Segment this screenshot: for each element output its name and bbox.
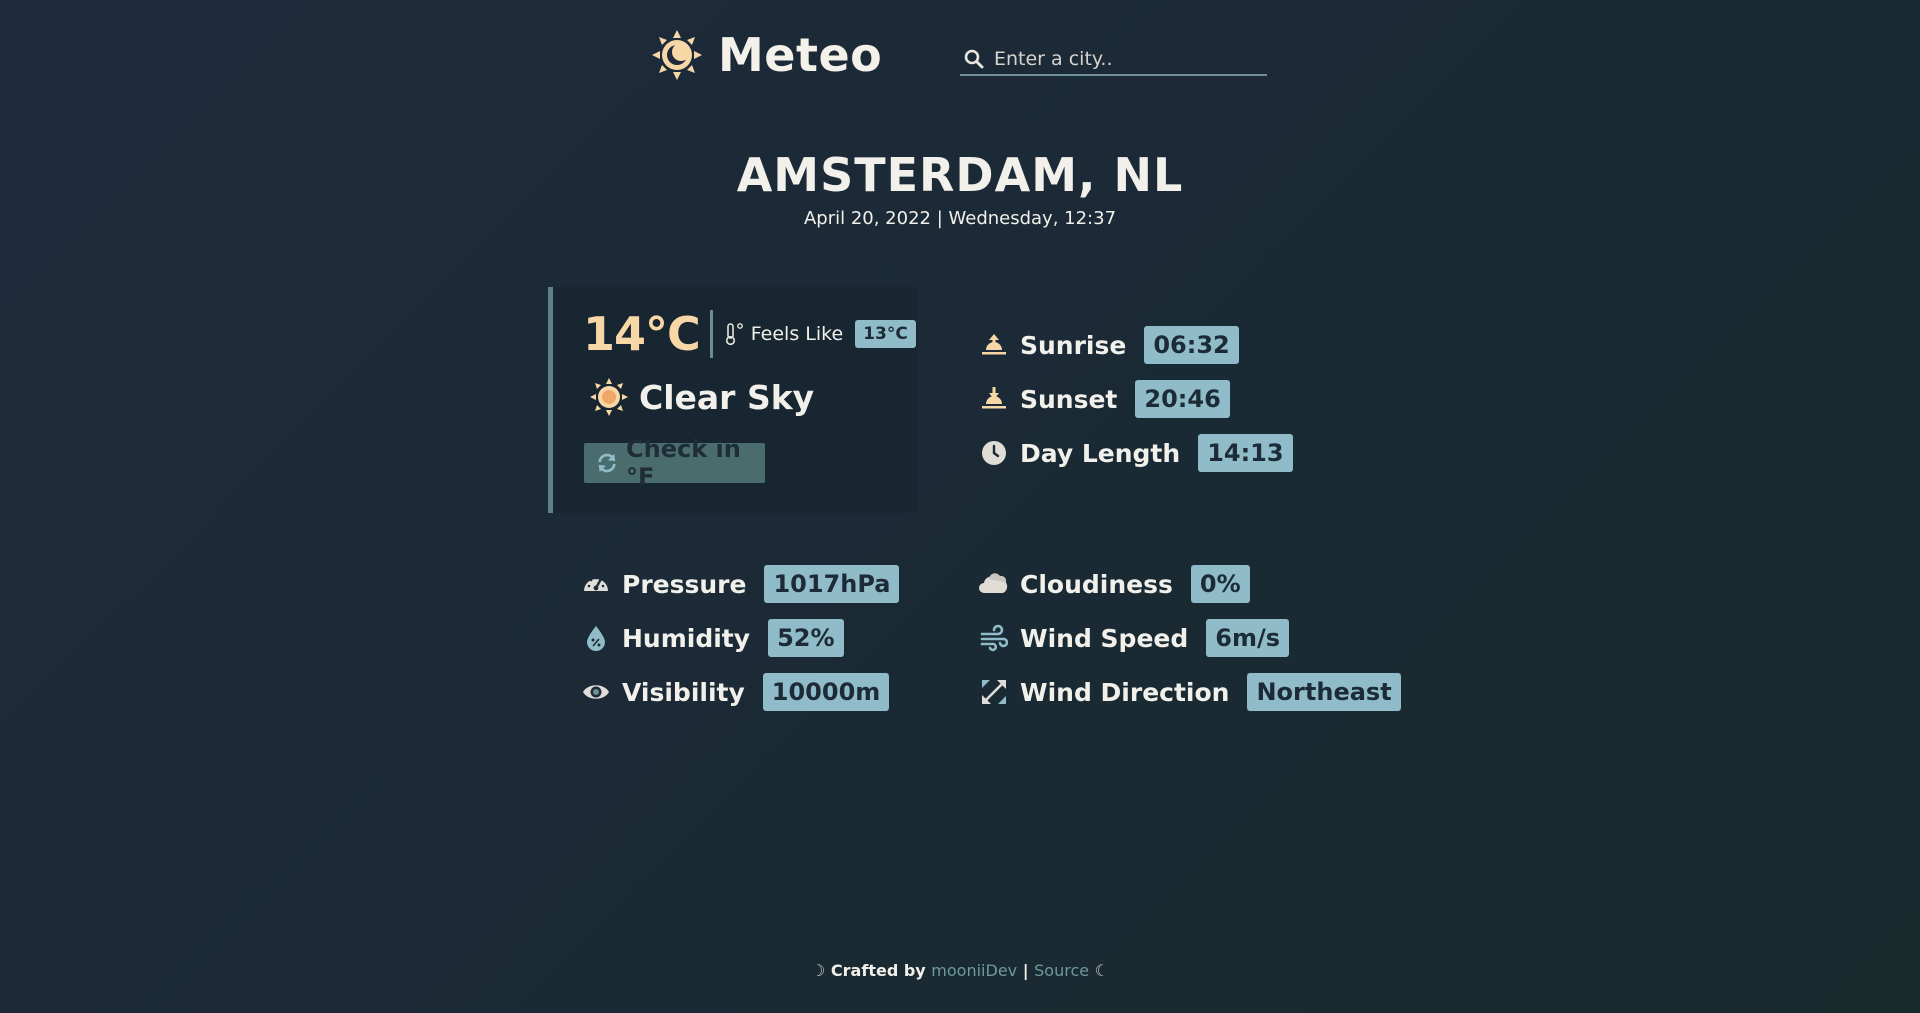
author-link[interactable]: mooniiDev (931, 961, 1017, 980)
gauge-icon (584, 576, 608, 591)
toggle-unit-label: Check in °F (626, 435, 741, 491)
compass-arrows-icon (982, 680, 1006, 704)
app-title: Meteo (718, 28, 883, 82)
temperature-value: 14°C (583, 307, 701, 361)
visibility-row: Visibility 10000m (582, 673, 890, 711)
app-header: Meteo (650, 28, 882, 82)
eye-icon (583, 685, 609, 699)
sunset-label: Sunset (1020, 384, 1118, 414)
humidity-value: 52% (768, 619, 844, 657)
condition-text: Clear Sky (639, 377, 815, 417)
search-icon[interactable] (964, 49, 984, 69)
wind-direction-row: Wind Direction Northeast (980, 673, 1401, 711)
current-weather-card: 14°C Feels Like 13°C Clear Sky Check in … (548, 287, 917, 513)
cloudiness-label: Cloudiness (1020, 569, 1173, 599)
day-length-value: 14:13 (1198, 434, 1293, 472)
visibility-label: Visibility (622, 677, 745, 707)
wind-speed-label: Wind Speed (1020, 623, 1189, 653)
wind-speed-value: 6m/s (1206, 619, 1290, 657)
wind-speed-row: Wind Speed 6m/s (980, 619, 1290, 657)
source-link[interactable]: Source (1034, 961, 1089, 980)
footer-separator: | (1022, 961, 1029, 980)
wind-icon (980, 624, 1008, 652)
sun-icon (590, 378, 628, 416)
sunrise-row: Sunrise 06:32 (980, 326, 1239, 364)
sunrise-label: Sunrise (1020, 330, 1127, 360)
city-search-input[interactable] (994, 48, 1254, 70)
sunset-icon (982, 387, 1006, 409)
cloudiness-row: Cloudiness 0% (978, 565, 1250, 603)
cloud-icon (979, 573, 1008, 593)
toggle-unit-button[interactable]: Check in °F (584, 435, 765, 491)
humidity-row: Humidity 52% (582, 619, 844, 657)
wind-direction-value: Northeast (1247, 673, 1401, 711)
clock-icon (982, 441, 1006, 465)
temperature-row: 14°C Feels Like 13°C (583, 307, 916, 361)
city-name: AMSTERDAM, NL (736, 148, 1184, 202)
sunrise-icon (982, 334, 1006, 355)
moon-left-glyph: ☽ (811, 961, 826, 980)
sun-moon-icon (652, 30, 702, 80)
feels-like-label: Feels Like (750, 323, 844, 345)
condition-row: Clear Sky (589, 377, 814, 417)
day-length-row: Day Length 14:13 (980, 434, 1293, 472)
pressure-value: 1017hPa (764, 565, 900, 603)
date-time: April 20, 2022 | Wednesday, 12:37 (803, 208, 1117, 229)
search-bar[interactable] (960, 44, 1267, 76)
crafted-by-text: Crafted by (830, 961, 926, 980)
humidity-label: Humidity (622, 623, 751, 653)
day-length-label: Day Length (1020, 438, 1181, 468)
sunset-value: 20:46 (1135, 380, 1230, 418)
feels-like-value: 13°C (855, 320, 916, 348)
logo: Meteo (650, 28, 882, 82)
pressure-label: Pressure (622, 569, 747, 599)
wind-direction-label: Wind Direction (1020, 677, 1230, 707)
pressure-row: Pressure 1017hPa (582, 565, 900, 603)
moon-right-glyph: ☾ (1094, 961, 1109, 980)
sunrise-value: 06:32 (1144, 326, 1239, 364)
sunset-row: Sunset 20:46 (980, 380, 1230, 418)
footer: ☽ Crafted by mooniiDev | Source ☾ (0, 961, 1920, 980)
cloudiness-value: 0% (1190, 565, 1250, 603)
visibility-value: 10000m (762, 673, 890, 711)
droplet-icon (587, 626, 605, 651)
location-block: AMSTERDAM, NL April 20, 2022 | Wednesday… (0, 148, 1920, 229)
refresh-icon (598, 453, 616, 473)
thermometer-icon (725, 323, 743, 346)
divider (709, 310, 713, 358)
